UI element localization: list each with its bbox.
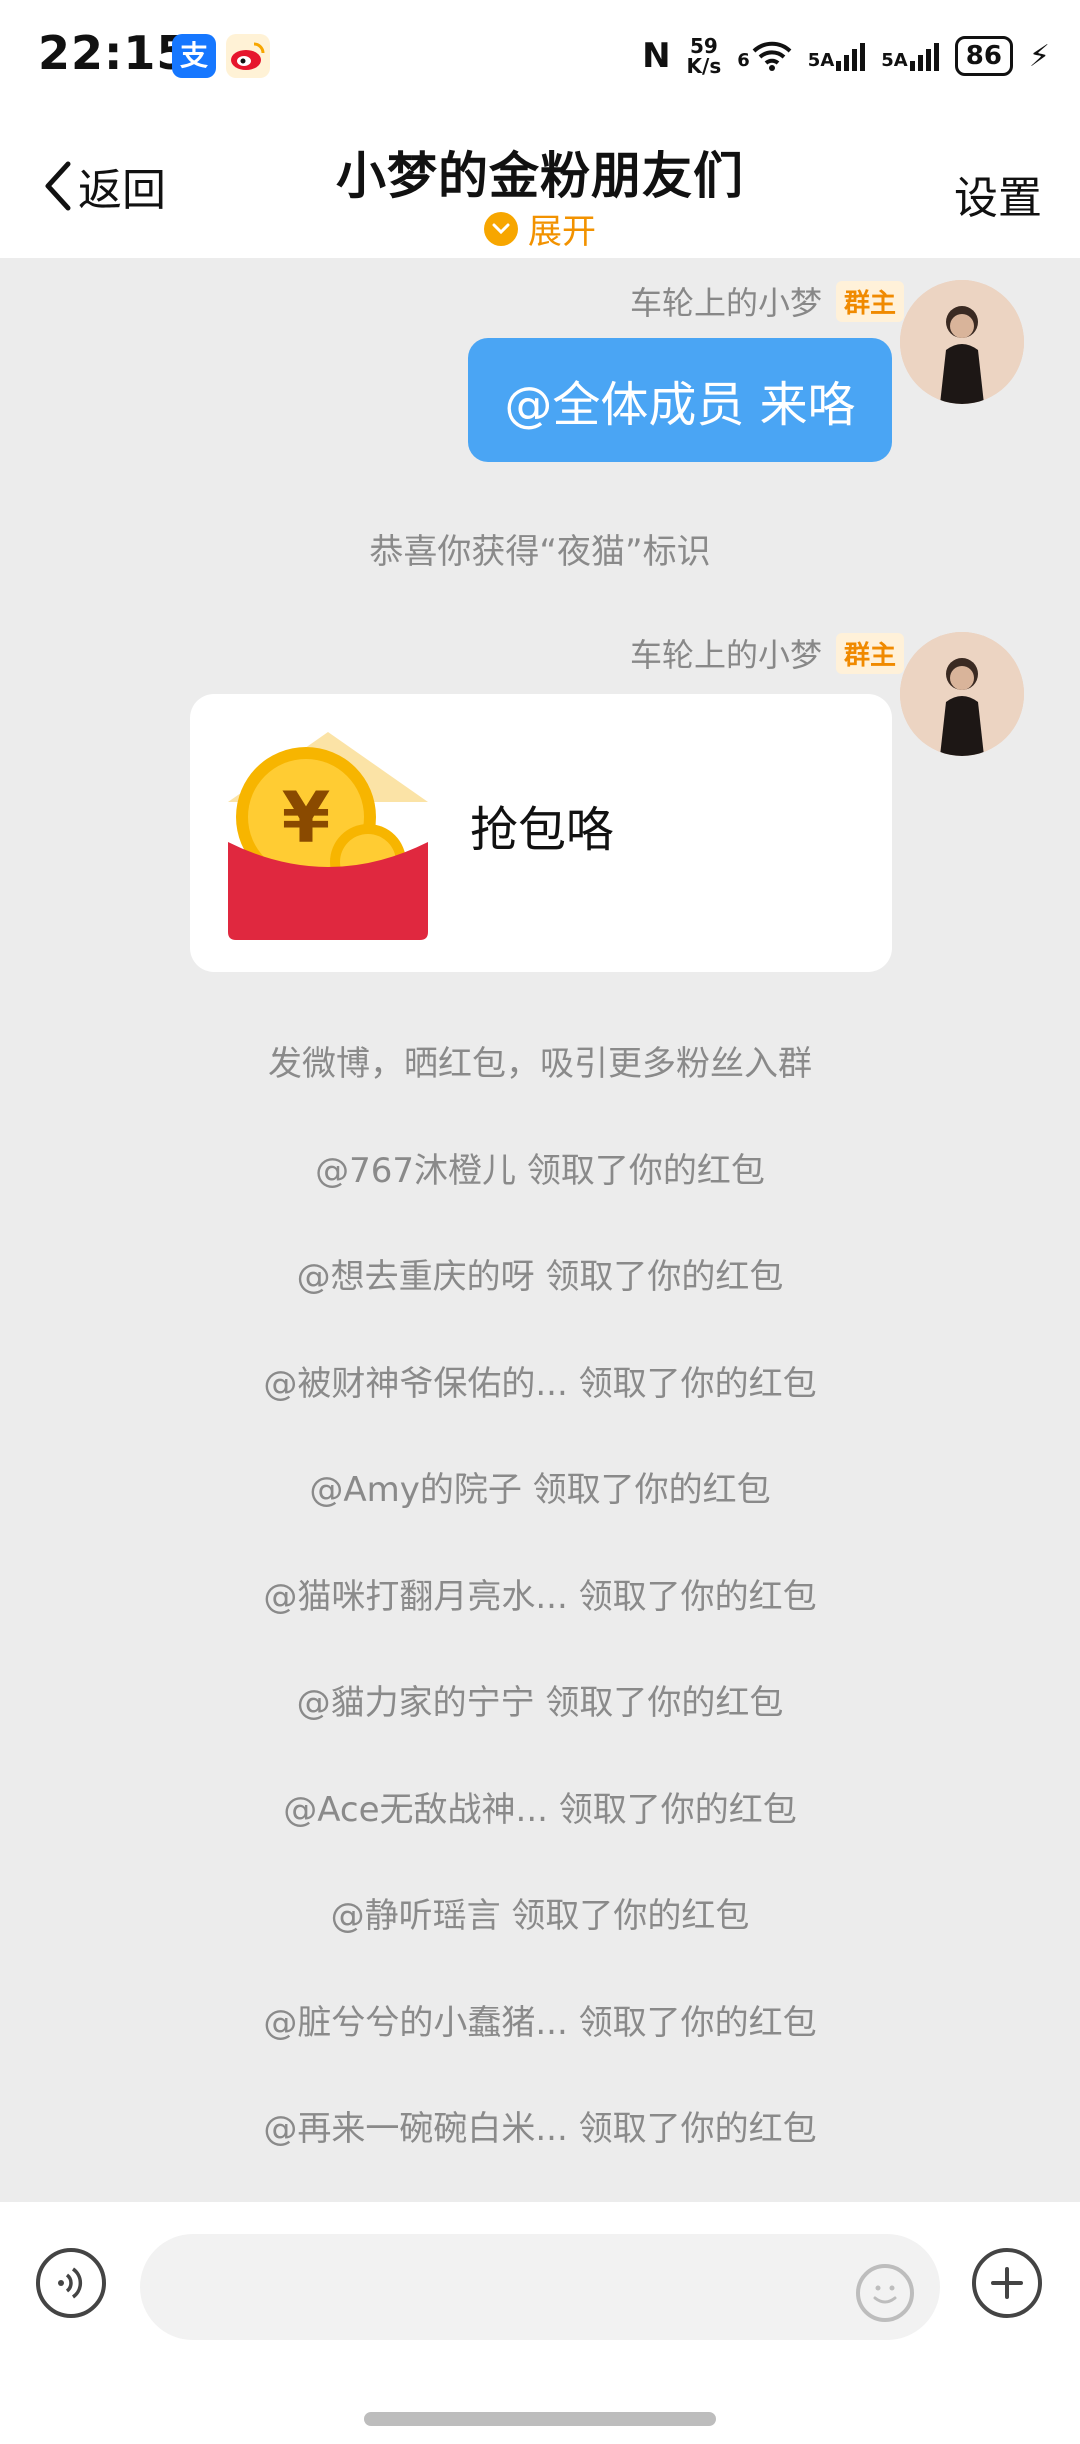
- sender-name[interactable]: 车轮上的小梦: [630, 630, 822, 676]
- emoji-button[interactable]: [856, 2264, 914, 2322]
- claim-notice: @再来一碗碗白米... 领取了你的红包: [263, 2109, 817, 2149]
- alipay-icon: 支: [172, 34, 216, 78]
- sender-row: 车轮上的小梦 群主: [630, 278, 904, 324]
- status-bar: 22:15 支 N 59 K/s 6 5A 5A 86 ⚡: [0, 0, 1080, 112]
- expand-button[interactable]: 展开: [0, 204, 1080, 253]
- voice-icon: [58, 2267, 83, 2299]
- claim-notice: @静听瑶言 领取了你的红包: [330, 1896, 750, 1936]
- battery-icon: 86: [954, 36, 1013, 76]
- network-speed: 59 K/s: [686, 34, 722, 78]
- plus-button[interactable]: [972, 2248, 1042, 2318]
- plus-icon: [991, 2267, 1023, 2299]
- status-time: 22:15: [38, 26, 190, 80]
- expand-label: 展开: [528, 212, 596, 252]
- nfc-icon: N: [642, 36, 671, 76]
- promo-notice: 发微博，晒红包，吸引更多粉丝入群: [268, 1044, 812, 1084]
- claim-notice: @猫咪打翻月亮水... 领取了你的红包: [263, 1577, 817, 1617]
- sender-name[interactable]: 车轮上的小梦: [630, 278, 822, 324]
- expand-chevron-icon: [484, 211, 518, 246]
- redpacket-icon: ¥: [228, 732, 428, 940]
- redpacket-card[interactable]: ¥ 抢包咯: [190, 694, 892, 972]
- owner-badge: 群主: [835, 632, 904, 674]
- wifi-icon: 6: [737, 41, 792, 71]
- claim-notice: @脏兮兮的小蠢猪... 领取了你的红包: [263, 2003, 817, 2043]
- avatar[interactable]: [900, 632, 1024, 756]
- emoji-icon: [873, 2285, 897, 2304]
- chat-header: 返回 小梦的金粉朋友们 展开 设置: [0, 112, 1080, 258]
- avatar[interactable]: [900, 280, 1024, 404]
- chat-area[interactable]: 车轮上的小梦 群主 @全体成员 来咯 恭喜你获得“夜猫”标识 车轮上的小梦 群主…: [0, 258, 1080, 2202]
- redpacket-text: 抢包咯: [470, 802, 615, 858]
- group-title: 小梦的金粉朋友们: [336, 147, 744, 205]
- claim-notice: @被财神爷保佑的... 领取了你的红包: [263, 1364, 817, 1404]
- claim-notice: @貓力家的宁宁 领取了你的红包: [296, 1683, 784, 1723]
- message-input[interactable]: [140, 2234, 940, 2340]
- owner-badge: 群主: [835, 280, 904, 322]
- voice-button[interactable]: [36, 2248, 106, 2318]
- svg-text:¥: ¥: [282, 777, 331, 859]
- claim-notice: @想去重庆的呀 领取了你的红包: [296, 1257, 784, 1297]
- claim-notice: @Amy的院子 领取了你的红包: [309, 1470, 771, 1510]
- input-bar: [0, 2202, 1080, 2444]
- claim-notice: @767沐橙儿 领取了你的红包: [315, 1151, 765, 1191]
- settings-button[interactable]: 设置: [954, 162, 1042, 226]
- message-bubble[interactable]: @全体成员 来咯: [468, 338, 892, 462]
- charging-icon: ⚡: [1028, 38, 1050, 74]
- weibo-icon: [226, 34, 270, 78]
- claim-notice: @Ace无敌战神... 领取了你的红包: [283, 1790, 797, 1830]
- signal-icon: 5A: [808, 41, 866, 71]
- sender-row: 车轮上的小梦 群主: [630, 630, 904, 676]
- home-indicator[interactable]: [364, 2412, 716, 2426]
- status-icons: N 59 K/s 6 5A 5A 86 ⚡: [642, 30, 1050, 82]
- signal-icon-2: 5A: [881, 41, 939, 71]
- system-notice: 恭喜你获得“夜猫”标识: [369, 532, 711, 572]
